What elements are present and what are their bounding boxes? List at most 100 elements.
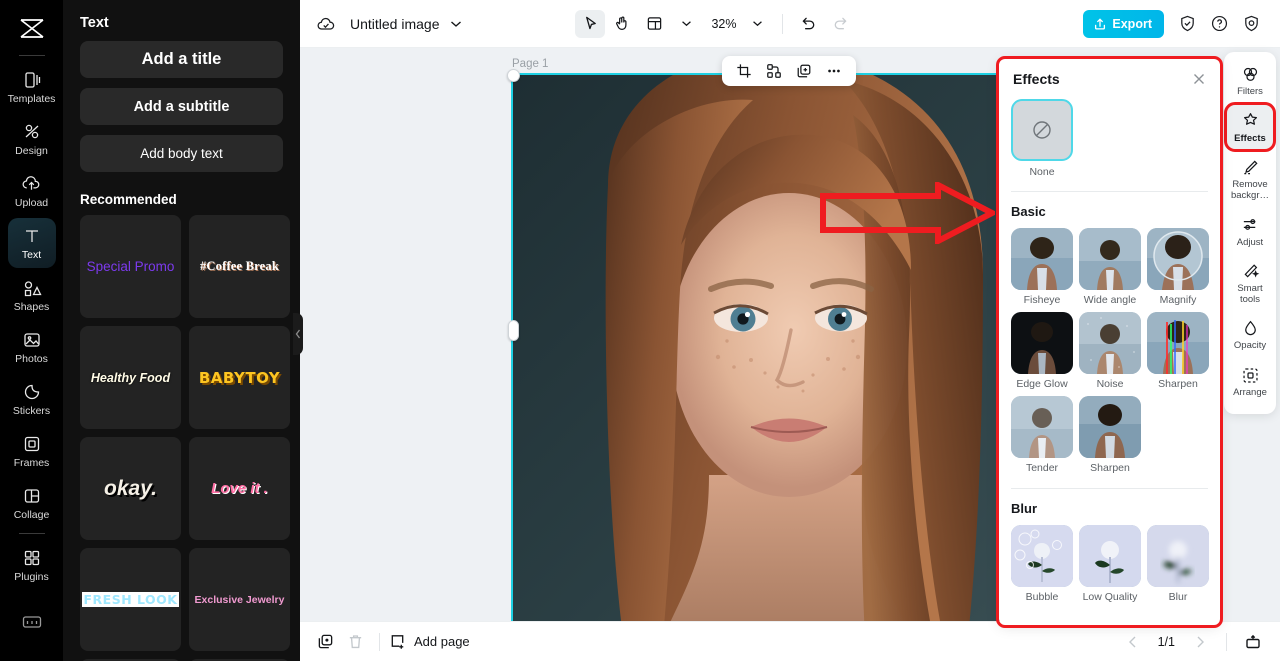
add-title-button[interactable]: Add a title — [80, 41, 283, 78]
effect-item-tender[interactable]: Tender — [1011, 396, 1073, 474]
right-item-opacity[interactable]: Opacity — [1227, 312, 1273, 357]
sidebar-item-plugins[interactable]: Plugins — [8, 540, 56, 590]
stickers-icon — [21, 381, 43, 403]
sidebar-label: Plugins — [14, 571, 49, 584]
presentation-icon[interactable] — [1238, 628, 1268, 656]
effect-none-label: None — [1029, 166, 1055, 178]
sidebar-item-upload[interactable]: Upload — [8, 166, 56, 216]
effects-panel: Effects None Basic Fisheye Wide angle Ma… — [996, 56, 1223, 628]
cloud-save-icon[interactable] — [316, 15, 336, 33]
document-title[interactable]: Untitled image — [350, 16, 440, 32]
right-item-remove-background[interactable]: Remove backgr… — [1227, 151, 1273, 206]
effect-item-fisheye[interactable]: Fisheye — [1011, 228, 1073, 306]
effect-item-blur[interactable]: Blur — [1147, 525, 1209, 603]
delete-page-icon[interactable] — [340, 628, 370, 656]
add-page-button[interactable]: Add page — [389, 633, 470, 650]
sidebar-item-frames[interactable]: Frames — [8, 426, 56, 476]
keyboard-shortcuts-icon — [21, 611, 43, 633]
text-template-card[interactable]: Exclusive Jewelry — [189, 548, 290, 651]
close-icon[interactable] — [1190, 70, 1208, 88]
template-label: Love it . — [211, 480, 268, 497]
text-template-card[interactable]: okay. — [80, 437, 181, 540]
effects-grid-blur: Bubble Low Quality Blur — [1011, 525, 1209, 603]
effect-item-magnify[interactable]: Magnify — [1147, 228, 1209, 306]
effect-item-low-quality[interactable]: Low Quality — [1079, 525, 1141, 603]
right-item-effects[interactable]: Effects — [1224, 101, 1276, 153]
sidebar-label: Stickers — [12, 405, 51, 418]
duplicate-page-icon[interactable] — [310, 628, 340, 656]
help-circle-icon[interactable] — [1206, 10, 1234, 38]
redo-icon[interactable] — [825, 10, 855, 38]
text-template-card[interactable]: Love it . — [189, 437, 290, 540]
app-logo[interactable] — [12, 10, 52, 48]
panel-collapse-handle[interactable] — [293, 313, 303, 355]
effect-none-tile[interactable] — [1011, 99, 1073, 161]
next-page-icon[interactable] — [1185, 628, 1215, 656]
duplicate-icon[interactable] — [793, 60, 815, 82]
hand-pan-icon[interactable] — [607, 10, 637, 38]
effect-label: Sharpen — [1158, 378, 1198, 390]
effect-item-sharpen-2[interactable]: Sharpen — [1079, 396, 1141, 474]
text-template-card[interactable]: Healthy Food — [80, 326, 181, 429]
rail-divider — [18, 55, 45, 56]
effect-item-sharpen-1[interactable]: Sharpen — [1147, 312, 1209, 390]
undo-icon[interactable] — [793, 10, 823, 38]
cursor-select-icon[interactable] — [575, 9, 606, 38]
recommended-heading: Recommended — [80, 192, 177, 207]
cutout-icon[interactable] — [763, 60, 785, 82]
upload-cloud-icon — [21, 173, 43, 195]
text-icon — [21, 225, 43, 247]
text-template-card[interactable]: BABYTOY — [189, 326, 290, 429]
zoom-dropdown-icon[interactable] — [742, 10, 772, 38]
zoom-level-value[interactable]: 32% — [703, 17, 740, 31]
text-template-card[interactable]: Special Promo — [80, 215, 181, 318]
effect-label: Edge Glow — [1016, 378, 1068, 390]
sidebar-item-keyboard[interactable] — [8, 597, 56, 647]
sidebar-label: Collage — [13, 509, 50, 522]
template-label: Exclusive Jewelry — [194, 593, 285, 606]
resize-handle-middle-left[interactable] — [508, 320, 519, 341]
right-item-adjust[interactable]: Adjust — [1227, 209, 1273, 254]
effect-thumbnail — [1079, 525, 1141, 587]
effect-label: Blur — [1168, 591, 1188, 603]
right-item-smart-tools[interactable]: Smart tools — [1227, 255, 1273, 310]
artboard[interactable] — [511, 73, 1067, 621]
text-template-card[interactable]: #Coffee Break — [189, 215, 290, 318]
effect-item-edge-glow[interactable]: Edge Glow — [1011, 312, 1073, 390]
left-icon-rail: Templates Design Upload Text Shapes Phot… — [0, 0, 63, 661]
layout-icon[interactable] — [639, 10, 669, 38]
settings-gear-icon[interactable] — [1238, 10, 1266, 38]
sidebar-item-stickers[interactable]: Stickers — [8, 374, 56, 424]
right-item-filters[interactable]: Filters — [1227, 58, 1273, 103]
sidebar-item-photos[interactable]: Photos — [8, 322, 56, 372]
prev-page-icon[interactable] — [1118, 628, 1148, 656]
more-options-icon[interactable] — [823, 60, 845, 82]
sidebar-item-design[interactable]: Design — [8, 114, 56, 164]
right-item-label: Remove backgr… — [1230, 179, 1269, 201]
effect-item-wide-angle[interactable]: Wide angle — [1079, 228, 1141, 306]
right-item-arrange[interactable]: Arrange — [1227, 359, 1273, 404]
crop-icon[interactable] — [733, 60, 755, 82]
bottombar-divider — [379, 632, 380, 651]
resize-handle-top-left[interactable] — [507, 69, 520, 82]
add-subtitle-button[interactable]: Add a subtitle — [80, 88, 283, 125]
effect-item-bubble[interactable]: Bubble — [1011, 525, 1073, 603]
shield-check-icon[interactable] — [1174, 10, 1202, 38]
sidebar-item-shapes[interactable]: Shapes — [8, 270, 56, 320]
effect-thumbnail — [1079, 312, 1141, 374]
sidebar-item-text[interactable]: Text — [7, 218, 56, 268]
sidebar-item-templates[interactable]: Templates — [8, 62, 56, 112]
text-template-card[interactable]: FRESH LOOK — [80, 548, 181, 651]
chevron-down-icon[interactable] — [450, 20, 462, 28]
effect-item-noise[interactable]: Noise — [1079, 312, 1141, 390]
effect-thumbnail — [1079, 396, 1141, 458]
export-button[interactable]: Export — [1083, 9, 1164, 38]
text-panel: Text Add a title Add a subtitle Add body… — [63, 0, 300, 661]
page-indicator: 1/1 — [1157, 634, 1175, 649]
effect-label: Noise — [1096, 378, 1124, 390]
sidebar-item-collage[interactable]: Collage — [8, 478, 56, 528]
templates-icon — [21, 69, 43, 91]
add-body-text-button[interactable]: Add body text — [80, 135, 283, 172]
template-label: okay. — [104, 476, 157, 500]
layout-dropdown-icon[interactable] — [671, 10, 701, 38]
